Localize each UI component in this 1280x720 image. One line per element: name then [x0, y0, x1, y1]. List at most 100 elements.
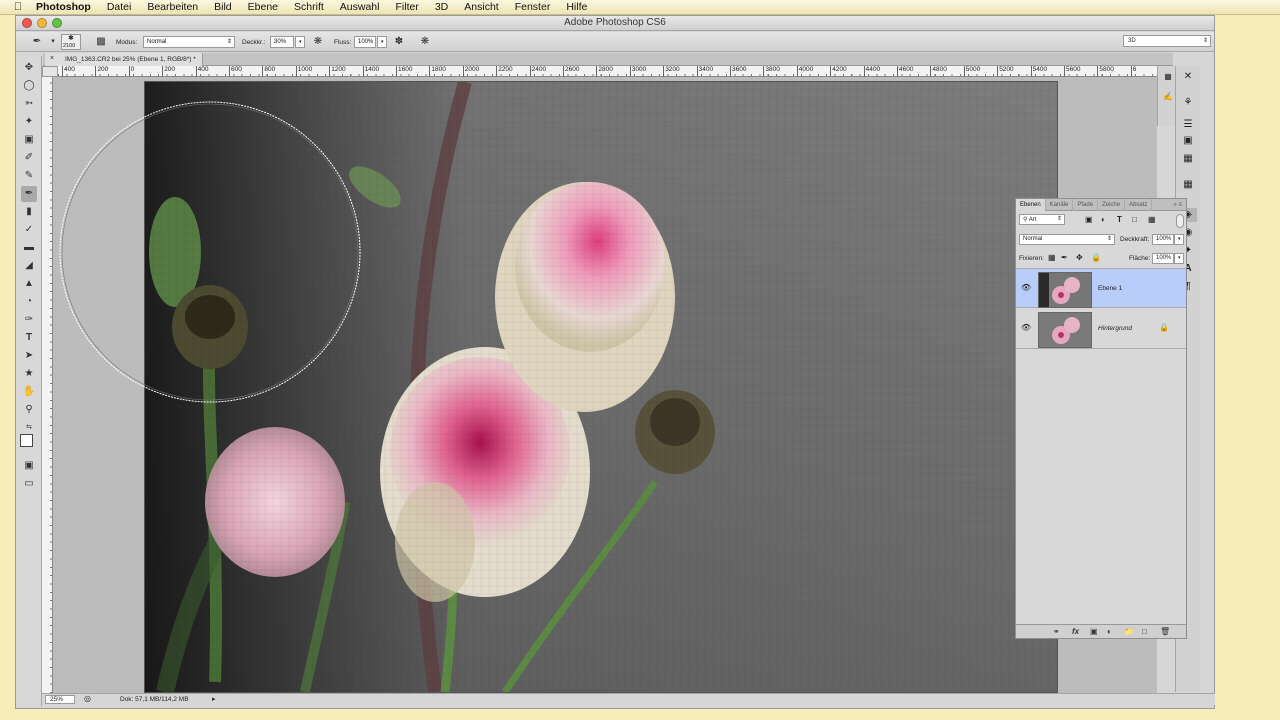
flow-dropdown-icon[interactable]: ▾	[377, 36, 387, 48]
adjustment-layer-icon[interactable]: ◐	[1107, 627, 1112, 636]
menu-datei[interactable]: Datei	[99, 1, 140, 13]
filter-adjust-icon[interactable]: ◐	[1101, 215, 1106, 224]
lasso-tool-icon[interactable]: ➳	[21, 96, 37, 112]
eye-icon[interactable]: 👁	[1021, 323, 1031, 332]
marquee-tool-icon[interactable]: ◯	[21, 78, 37, 94]
fill-input[interactable]: 100%	[1152, 253, 1174, 264]
tab-pfade[interactable]: Pfade	[1073, 199, 1099, 211]
layer-row-hintergrund[interactable]: 👁 Hintergrund 🔒	[1016, 309, 1186, 349]
stamp-tool-icon[interactable]: ▮	[21, 204, 37, 220]
new-layer-icon[interactable]: □	[1142, 627, 1147, 636]
filter-smart-icon[interactable]: ▦	[1148, 215, 1156, 224]
zoom-field[interactable]: 25%	[45, 695, 75, 704]
cube-3d-icon[interactable]: ▣	[1179, 134, 1197, 148]
ruler-origin[interactable]	[42, 66, 58, 77]
apple-icon[interactable]: 	[8, 1, 28, 13]
brush-size-value[interactable]: 2100	[63, 43, 75, 49]
pressure-size-icon[interactable]: ❋	[418, 35, 432, 49]
add-mask-icon[interactable]: ▣	[1090, 627, 1098, 636]
menu-fenster[interactable]: Fenster	[507, 1, 559, 13]
swatches-panel-icon[interactable]: ▦	[1179, 178, 1197, 192]
filter-shape-icon[interactable]: □	[1132, 215, 1137, 224]
menu-ansicht[interactable]: Ansicht	[456, 1, 506, 13]
path-select-tool-icon[interactable]: ➤	[21, 348, 37, 364]
type-tool-icon[interactable]: T	[21, 330, 37, 346]
workspace-select[interactable]: 3D ⇕	[1123, 35, 1211, 47]
menu-bild[interactable]: Bild	[206, 1, 240, 13]
tab-zeichen[interactable]: Zeiche	[1098, 199, 1126, 211]
layer-name[interactable]: Hintergrund	[1098, 325, 1132, 332]
close-tab-icon[interactable]: ×	[50, 55, 54, 62]
new-group-icon[interactable]: 📁	[1124, 627, 1134, 636]
document-tab[interactable]: × IMG_1363.CR2 bei 25% (Ebene 1, RGB/8*)…	[45, 53, 203, 66]
layer-name[interactable]: Ebene 1	[1098, 285, 1122, 292]
menu-app[interactable]: Photoshop	[28, 1, 99, 13]
menu-bearbeiten[interactable]: Bearbeiten	[139, 1, 206, 13]
lock-transparent-icon[interactable]: ▦	[1048, 253, 1056, 262]
shape-tool-icon[interactable]: ★	[21, 366, 37, 382]
menu-hilfe[interactable]: Hilfe	[558, 1, 595, 13]
styles-panel-icon[interactable]: ▦	[1179, 152, 1197, 166]
brush-tool-icon[interactable]: ✒	[21, 186, 37, 202]
menu-schrift[interactable]: Schrift	[286, 1, 332, 13]
menu-3d[interactable]: 3D	[427, 1, 456, 13]
dodge-tool-icon[interactable]: ◔	[21, 294, 37, 310]
opacity-dropdown-icon[interactable]: ▾	[295, 36, 305, 48]
filter-toggle[interactable]	[1176, 214, 1184, 228]
healing-tool-icon[interactable]: ✎	[21, 168, 37, 184]
tab-ebenen[interactable]: Ebenen	[1016, 199, 1046, 211]
flow-input[interactable]: 100%	[354, 36, 376, 48]
foreground-color-swatch[interactable]	[20, 434, 33, 447]
quick-select-tool-icon[interactable]: ✦	[21, 114, 37, 130]
mode-select[interactable]: Normal ⇕	[143, 36, 235, 48]
zoom-tool-icon[interactable]: ⚲	[21, 402, 37, 418]
move-tool-icon[interactable]: ✥	[21, 60, 37, 76]
ruler-major-tick	[496, 66, 498, 77]
brush-panel-icon[interactable]: ▩	[94, 35, 108, 49]
opacity-input[interactable]: 30%	[270, 36, 294, 48]
panel-menu-icon[interactable]: » ≡	[1169, 199, 1186, 211]
crop-tool-icon[interactable]: ▣	[21, 132, 37, 148]
layer-opacity-dropdown-icon[interactable]: ▾	[1174, 234, 1184, 245]
canvas-area[interactable]	[53, 77, 1157, 693]
vertical-ruler[interactable]	[42, 77, 53, 693]
brush-preset-icon[interactable]: ✒	[30, 35, 44, 49]
blur-tool-icon[interactable]: ▲	[21, 276, 37, 292]
blend-mode-select[interactable]: Normal ⇕	[1019, 234, 1115, 245]
tab-kanaele[interactable]: Kanäle	[1046, 199, 1074, 211]
filter-pixel-icon[interactable]: ▣	[1085, 215, 1093, 224]
lock-all-icon[interactable]: 🔒	[1091, 253, 1101, 262]
eye-icon[interactable]: 👁	[1021, 283, 1031, 292]
layer-opacity-input[interactable]: 100%	[1152, 234, 1174, 245]
history-brush-tool-icon[interactable]: ✓	[21, 222, 37, 238]
gradient-tool-icon[interactable]: ◢	[21, 258, 37, 274]
tab-absatz[interactable]: Absatz	[1125, 199, 1153, 211]
menu-ebene[interactable]: Ebene	[240, 1, 286, 13]
horizontal-ruler[interactable]: 400 200 0 200 400 600 800 1000 1200 1400 1600 1800 2…	[58, 66, 1172, 77]
tools-panel-icon[interactable]: ✕	[1179, 70, 1197, 84]
hand-tool-icon[interactable]: ✋	[21, 384, 37, 400]
delete-layer-icon[interactable]: 🗑	[1160, 627, 1170, 636]
status-menu-arrow-icon[interactable]: ▸	[212, 695, 216, 703]
lock-image-icon[interactable]: ✒	[1061, 253, 1068, 262]
quick-mask-icon[interactable]: ▣	[21, 458, 37, 474]
pressure-opacity-icon[interactable]: ❋	[311, 35, 325, 49]
dropdown-arrow-icon[interactable]: ▾	[46, 35, 60, 49]
eraser-tool-icon[interactable]: ▬	[21, 240, 37, 256]
airbrush-icon[interactable]: ✽	[392, 35, 406, 49]
filter-type-icon[interactable]: T	[1117, 215, 1122, 224]
status-options-icon[interactable]: ◎	[84, 694, 91, 703]
properties-panel-icon[interactable]: ☰	[1179, 118, 1197, 132]
fx-icon[interactable]: fx	[1072, 627, 1079, 636]
menu-auswahl[interactable]: Auswahl	[332, 1, 388, 13]
menu-filter[interactable]: Filter	[388, 1, 427, 13]
adjust-panel-icon[interactable]: ⚘	[1179, 96, 1197, 110]
screen-mode-icon[interactable]: ▭	[21, 476, 37, 492]
link-layers-icon[interactable]: ⚭	[1053, 627, 1060, 636]
lock-position-icon[interactable]: ✥	[1076, 253, 1083, 262]
layer-row-ebene-1[interactable]: 👁 Ebene 1	[1016, 268, 1186, 308]
fill-dropdown-icon[interactable]: ▾	[1174, 253, 1184, 264]
eyedropper-tool-icon[interactable]: ✐	[21, 150, 37, 166]
layer-filter-select[interactable]: ⚲ Art ⇕	[1019, 214, 1065, 225]
pen-tool-icon[interactable]: ✑	[21, 312, 37, 328]
